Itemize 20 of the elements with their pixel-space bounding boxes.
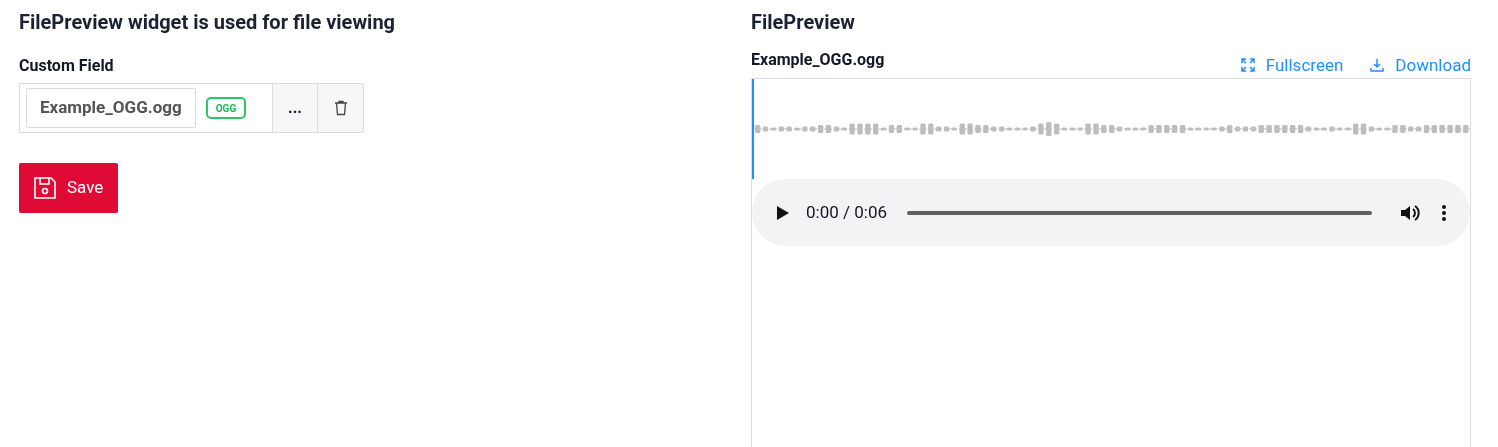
file-name[interactable]: Example_OGG.ogg — [26, 88, 196, 128]
more-button[interactable]: ... — [272, 84, 317, 132]
delete-button[interactable] — [317, 84, 363, 132]
preview-title: FilePreview — [751, 9, 856, 36]
save-button[interactable]: Save — [19, 163, 118, 213]
download-icon — [1369, 57, 1386, 74]
time-display: 0:00 / 0:06 — [806, 200, 887, 224]
file-type-badge: OGG — [205, 97, 247, 119]
page-title: FilePreview widget is used for file viewing — [19, 9, 397, 36]
volume-icon[interactable] — [1400, 203, 1420, 222]
seek-bar[interactable] — [907, 210, 1372, 215]
preview-file-name: Example_OGG.ogg — [751, 49, 885, 71]
fullscreen-icon — [1239, 57, 1256, 74]
more-options-icon[interactable] — [1442, 204, 1446, 221]
download-link[interactable]: Download — [1369, 52, 1471, 78]
fullscreen-link[interactable]: Fullscreen — [1239, 52, 1344, 78]
play-icon[interactable] — [776, 204, 790, 221]
trash-icon — [333, 100, 348, 116]
field-label: Custom Field — [19, 56, 115, 76]
save-icon — [33, 176, 57, 200]
